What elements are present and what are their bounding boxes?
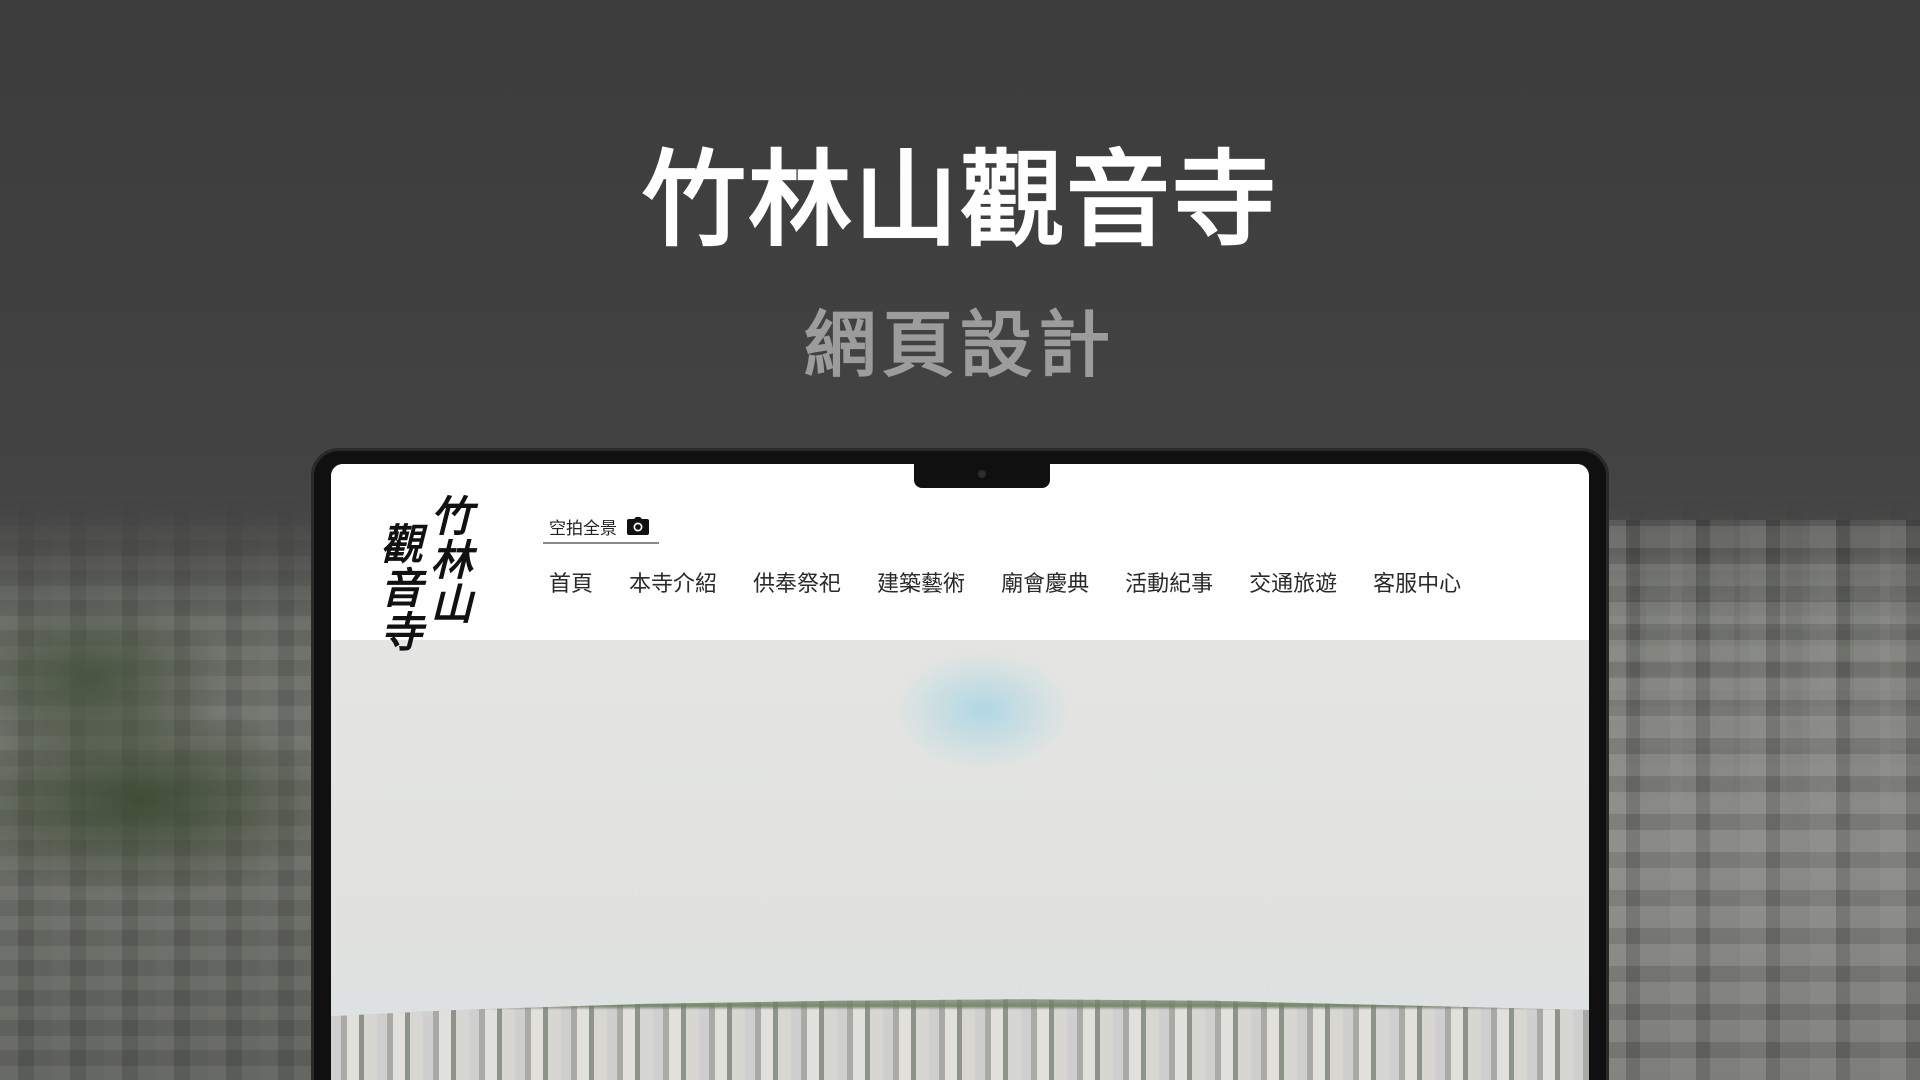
nav-item-worship[interactable]: 供奉祭祀	[753, 570, 841, 600]
site-header: 竹林山 觀音寺 空拍全景 首頁 本寺介紹 供奉祭祀 建築藝術 廟會慶典 活動紀事…	[331, 464, 1589, 654]
laptop-screen: 竹林山 觀音寺 空拍全景 首頁 本寺介紹 供奉祭祀 建築藝術 廟會慶典 活動紀事…	[331, 464, 1589, 1080]
main-navigation: 首頁 本寺介紹 供奉祭祀 建築藝術 廟會慶典 活動紀事 交通旅遊 客服中心	[549, 570, 1497, 600]
laptop-notch	[914, 464, 1050, 488]
city-skyline-panorama	[331, 999, 1589, 1080]
camera-icon	[627, 517, 649, 535]
logo-text-secondary: 觀音寺	[374, 522, 423, 654]
laptop-mockup: 竹林山 觀音寺 空拍全景 首頁 本寺介紹 供奉祭祀 建築藝術 廟會慶典 活動紀事…	[311, 448, 1609, 1080]
temple-logo[interactable]: 竹林山 觀音寺	[371, 494, 481, 674]
nav-item-events[interactable]: 活動紀事	[1125, 570, 1213, 600]
nav-item-home[interactable]: 首頁	[549, 570, 593, 600]
nav-item-customer-service[interactable]: 客服中心	[1373, 570, 1461, 600]
nav-item-transport[interactable]: 交通旅遊	[1249, 570, 1337, 600]
logo-text-primary: 竹林山	[424, 494, 473, 626]
nav-item-about[interactable]: 本寺介紹	[629, 570, 717, 600]
nav-item-festivals[interactable]: 廟會慶典	[1001, 570, 1089, 600]
webcam-icon	[978, 470, 986, 478]
aerial-panorama-label: 空拍全景	[549, 518, 617, 539]
background-aerial-photo-right	[1600, 520, 1920, 1080]
presentation-canvas: 竹林山觀音寺 網頁設計 竹林山 觀音寺 空拍全景 首頁 本寺介紹 供奉祭祀 建築…	[0, 0, 1920, 1080]
hero-aerial-image	[331, 640, 1589, 1080]
presentation-subtitle: 網頁設計	[803, 303, 1116, 387]
aerial-panorama-link[interactable]: 空拍全景	[543, 514, 659, 544]
nav-item-architecture[interactable]: 建築藝術	[877, 570, 965, 600]
presentation-title: 竹林山觀音寺	[641, 139, 1278, 261]
